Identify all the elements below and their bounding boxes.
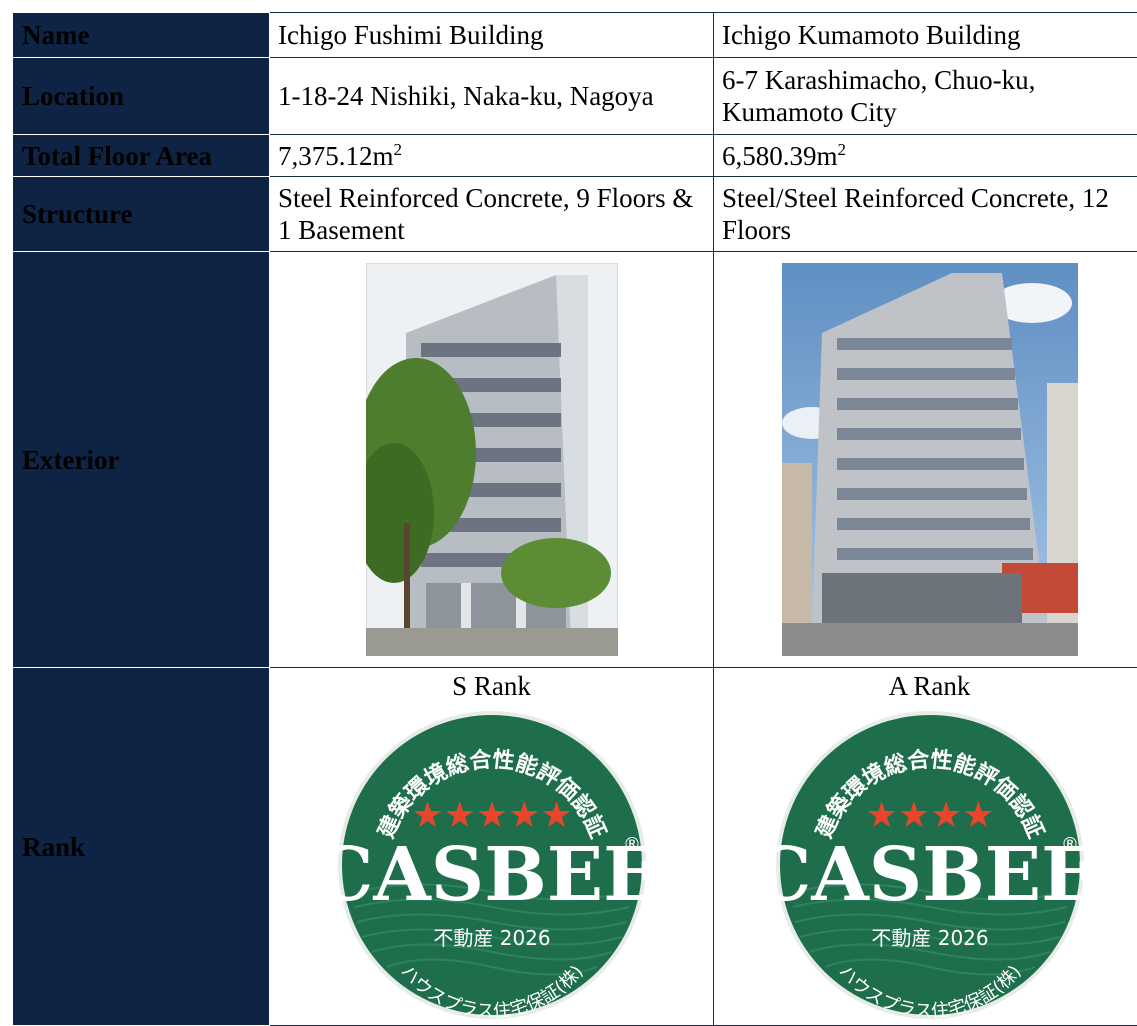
badge-brand-1: CASBEE xyxy=(327,832,657,918)
floor-area-value-1: 7,375.12m xyxy=(278,140,394,171)
fushimi-building-photo xyxy=(365,263,618,656)
rank-label-1: S Rank xyxy=(452,671,531,701)
exterior-row: Exterior xyxy=(13,251,1137,668)
rank-row: Rank S Rank 建築環境総合性能評価認証 ★★★★★ CASBEE ® … xyxy=(13,667,1137,1026)
floor-area-value-2: 6,580.39m xyxy=(722,140,838,171)
badge-reg-mark-2: ® xyxy=(1061,834,1079,855)
exterior-header: Exterior xyxy=(13,251,270,668)
rank-header: Rank xyxy=(13,667,270,1026)
location-header: Location xyxy=(13,57,270,135)
casbee-a-rank-badge: 建築環境総合性能評価認証 ★★★★ CASBEE ® 不動産 2026 ハウスプ… xyxy=(765,711,1095,1022)
badge-brand-2: CASBEE xyxy=(765,832,1095,918)
floor-area-cell-2: 6,580.39m2 xyxy=(713,134,1137,177)
name-row: Name Ichigo Fushimi Building Ichigo Kuma… xyxy=(13,12,1137,58)
exterior-photo-cell-1 xyxy=(269,251,714,668)
kumamoto-building-photo xyxy=(781,263,1078,656)
badge-product-2: 不動産 2026 xyxy=(871,926,988,950)
name-cell-2: Ichigo Kumamoto Building xyxy=(713,12,1137,58)
rank-label-2: A Rank xyxy=(888,671,971,701)
structure-cell-2: Steel/Steel Reinforced Concrete, 12 Floo… xyxy=(713,176,1137,252)
floor-area-header: Total Floor Area xyxy=(13,134,270,177)
location-cell-1: 1-18-24 Nishiki, Naka-ku, Nagoya xyxy=(269,57,714,135)
badge-stars-2: ★★★★ xyxy=(865,795,994,836)
structure-row: Structure Steel Reinforced Concrete, 9 F… xyxy=(13,176,1137,252)
casbee-s-rank-badge: 建築環境総合性能評価認証 ★★★★★ CASBEE ® 不動産 2026 ハウス… xyxy=(327,711,657,1022)
rank-cell-2: A Rank 建築環境総合性能評価認証 ★★★★ CASBEE ® 不動産 20… xyxy=(713,667,1137,1026)
floor-area-unit-sup-1: 2 xyxy=(393,139,403,159)
badge-product-1: 不動産 2026 xyxy=(433,926,550,950)
rank-cell-1: S Rank 建築環境総合性能評価認証 ★★★★★ CASBEE ® 不動産 2… xyxy=(269,667,714,1026)
name-cell-1: Ichigo Fushimi Building xyxy=(269,12,714,58)
name-header: Name xyxy=(13,12,270,58)
floor-area-unit-sup-2: 2 xyxy=(837,139,847,159)
badge-reg-mark-1: ® xyxy=(623,834,641,855)
floor-area-cell-1: 7,375.12m2 xyxy=(269,134,714,177)
exterior-photo-cell-2 xyxy=(713,251,1137,668)
structure-header: Structure xyxy=(13,176,270,252)
location-cell-2: 6-7 Karashimacho, Chuo-ku, Kumamoto City xyxy=(713,57,1137,135)
badge-stars-1: ★★★★★ xyxy=(411,795,572,836)
building-comparison-table: Name Ichigo Fushimi Building Ichigo Kuma… xyxy=(13,12,1137,1026)
floor-area-row: Total Floor Area 7,375.12m2 6,580.39m2 xyxy=(13,134,1137,177)
location-row: Location 1-18-24 Nishiki, Naka-ku, Nagoy… xyxy=(13,57,1137,135)
structure-cell-1: Steel Reinforced Concrete, 9 Floors & 1 … xyxy=(269,176,714,252)
